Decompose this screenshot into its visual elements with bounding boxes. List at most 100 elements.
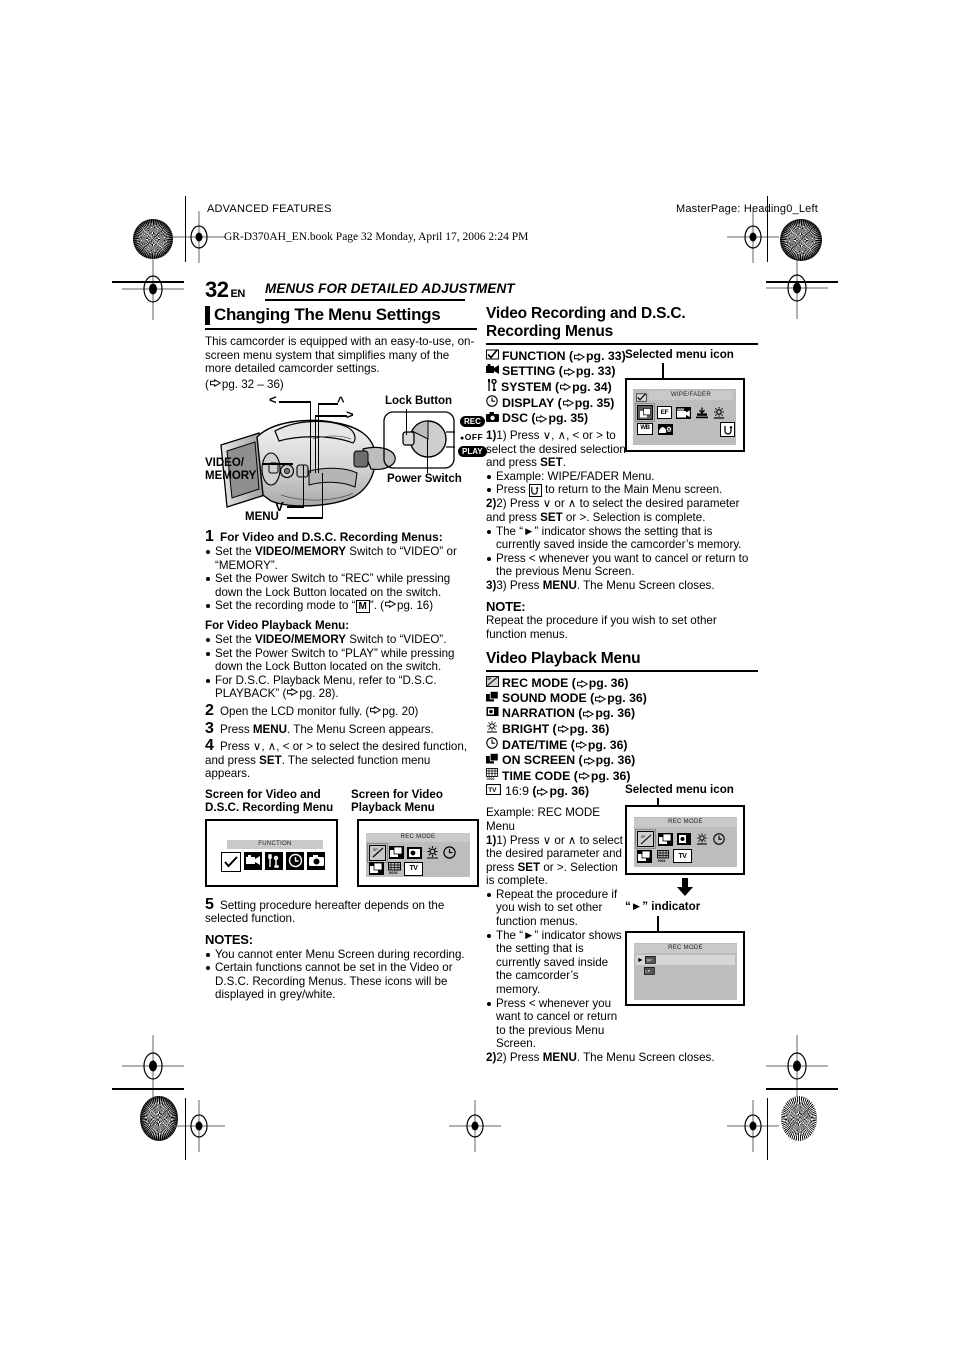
playback-item-bright[interactable]: BRIGHT (pg. 36) [486, 721, 758, 737]
leader-arrow-up [318, 403, 338, 405]
playback-item-on-screen-ref: pg. 36 [595, 753, 632, 768]
rec-mode-parameter-row-sp[interactable]: ► SP [636, 955, 735, 966]
menu-item-setting[interactable]: SETTING (pg. 33) [486, 364, 638, 379]
pointing-hand-icon [562, 399, 574, 407]
playback-item-on-screen[interactable]: ON SCREEN (pg. 36) [486, 753, 758, 768]
date-time-icon[interactable] [712, 833, 725, 846]
screen-rec-mode-menu[interactable]: REC MODE SP 0001 TV [357, 818, 479, 887]
pointing-hand-icon [287, 688, 299, 697]
screen-function-menu[interactable]: FUNCTION [205, 818, 338, 887]
on-screen-icon[interactable] [637, 849, 652, 863]
power-switch-label: Power Switch [387, 473, 462, 486]
trim-line-vertical-left-bottom [185, 1098, 186, 1160]
screen-rec-mode-parameter[interactable]: REC MODE ► SP LP [625, 931, 745, 1007]
step-1-bullet-6: For D.S.C. Playback Menu, refer to “D.S.… [205, 674, 477, 701]
proc-step-3: 3)3) Press MENU. The Menu Screen closes. [486, 579, 758, 593]
program-ae-icon[interactable] [676, 406, 691, 419]
setting-icon[interactable] [244, 851, 262, 870]
effect-icon[interactable]: EF [657, 406, 672, 419]
right-column: Video Recording and D.S.C. Recording Men… [485, 305, 758, 1065]
system-icon[interactable] [265, 851, 283, 870]
note-body: Repeat the procedure if you wish to set … [486, 614, 717, 641]
bright-icon[interactable] [695, 833, 708, 846]
narration-icon[interactable] [407, 846, 422, 859]
dis-icon[interactable] [658, 423, 673, 435]
tv-16-9-icon[interactable]: TV [404, 861, 423, 876]
time-code-icon: 0001 [486, 768, 498, 784]
screen-rec-mode-title: REC MODE [366, 832, 470, 842]
bright-icon[interactable] [425, 846, 439, 860]
leader-arrow-left [279, 401, 311, 403]
rec-mode-parameter-row-lp[interactable]: LP [644, 967, 655, 976]
intro-pg-ref: (pg. 32 – 36) [205, 377, 284, 391]
return-icon[interactable] [720, 422, 735, 437]
playback-item-narration-ref: pg. 36 [595, 706, 631, 721]
trim-line-bottom-right [766, 1088, 838, 1090]
leader-arrow-down [287, 506, 304, 508]
sound-mode-icon[interactable] [658, 832, 673, 846]
screen-rec-mode-playback-menu[interactable]: REC MODE SP 0001 TV [625, 805, 745, 876]
running-head-rule [265, 299, 465, 301]
playback-item-sound-mode[interactable]: SOUND MODE (pg. 36) [486, 691, 758, 706]
wipe-fader-icon[interactable] [635, 403, 655, 422]
leader-power-switch-v [427, 439, 429, 474]
playback-item-narration[interactable]: NARRATION (pg. 36) [486, 706, 758, 721]
date-time-icon[interactable] [442, 846, 456, 860]
proc-3-pre: 3) Press [496, 578, 543, 592]
registration-mark-bottom-right-inner [727, 1100, 779, 1152]
pointing-hand-icon [385, 600, 397, 609]
pointing-hand-icon [537, 787, 549, 796]
running-head: MENUS FOR DETAILED ADJUSTMENT [265, 281, 515, 296]
arrow-up-label: ^ [337, 394, 345, 410]
rec-mode-icon[interactable]: SP [367, 842, 388, 863]
step-2: 2 Open the LCD monitor fully. (pg. 20) [205, 702, 477, 719]
leader-menu [287, 517, 323, 519]
playback-item-time-code[interactable]: 0001 TIME CODE (pg. 36) [486, 768, 758, 784]
arrow-right-label: > [346, 407, 354, 423]
step-1: 1 For Video and D.S.C. Recording Menus: [205, 529, 477, 545]
display-icon[interactable] [286, 851, 304, 870]
menu-item-dsc[interactable]: DSC (pg. 35) [486, 411, 638, 426]
step-1-title: For Video and D.S.C. Recording Menus: [220, 530, 443, 545]
tele-macro-icon[interactable] [695, 407, 708, 419]
proc-1-b2-pre: Press [496, 483, 529, 497]
narration-icon[interactable] [677, 833, 691, 846]
ex-2-post: . The Menu Screen closes. [576, 1051, 715, 1064]
recording-menu-procedure-rest: Example: WIPE/FADER Menu. Press to retur… [486, 470, 758, 642]
function-icon[interactable] [221, 851, 241, 872]
dsc-icon[interactable] [307, 851, 325, 870]
screen-rec-mode-parameter-title: REC MODE [634, 944, 737, 954]
step-3-pre: Press [220, 722, 253, 736]
on-screen-icon [486, 753, 499, 768]
menu-item-system-ref: pg. 34 [572, 379, 608, 394]
menu-item-display[interactable]: DISPLAY (pg. 35) [486, 395, 638, 411]
step-1-bullet-2: Set the Power Switch to “REC” while pres… [205, 572, 477, 599]
menu-item-system[interactable]: SYSTEM (pg. 34) [486, 378, 638, 395]
on-screen-icon[interactable] [369, 862, 384, 876]
time-code-icon[interactable]: 0001 [387, 862, 401, 875]
sound-mode-icon[interactable] [389, 846, 404, 860]
system-icon [486, 378, 497, 395]
dsc-icon [486, 411, 499, 426]
playback-item-time-code-ref: pg. 36 [590, 768, 627, 783]
screen-rec-mode-icon-row-1: SP [367, 842, 456, 863]
rec-mode-icon[interactable]: SP [635, 829, 656, 850]
menu-item-function[interactable]: FUNCTION (pg. 33) [486, 348, 638, 364]
example-title-line2: Menu [486, 819, 516, 833]
power-switch-play-label: PLAY [458, 446, 487, 458]
leader-arrow-right-v [315, 415, 317, 474]
power-switch-off-label: ●OFF [460, 432, 484, 443]
playback-item-rec-mode[interactable]: SP REC MODE (pg. 36) [486, 676, 758, 691]
rec-mode-playback-row-2: 0001 TV [637, 849, 692, 864]
ex-2-bold: MENU [542, 1051, 577, 1064]
tv-16-9-icon[interactable]: TV [673, 849, 692, 864]
playback-item-date-time[interactable]: DATE/TIME (pg. 36) [486, 737, 758, 753]
screen-wipe-fader-menu[interactable]: WIPE/FADER EF WB [625, 378, 745, 452]
step-5: 5 Setting procedure hereafter depends on… [205, 896, 477, 926]
gain-up-icon[interactable] [712, 406, 725, 419]
pointing-hand-icon [209, 378, 221, 387]
step-1-bullet-3: Set the recording mode to “M”. (pg. 16) [205, 599, 477, 614]
menu-item-setting-ref: pg. 33 [575, 364, 612, 378]
white-balance-icon[interactable]: WB [637, 423, 653, 435]
time-code-icon[interactable]: 0001 [656, 849, 669, 863]
